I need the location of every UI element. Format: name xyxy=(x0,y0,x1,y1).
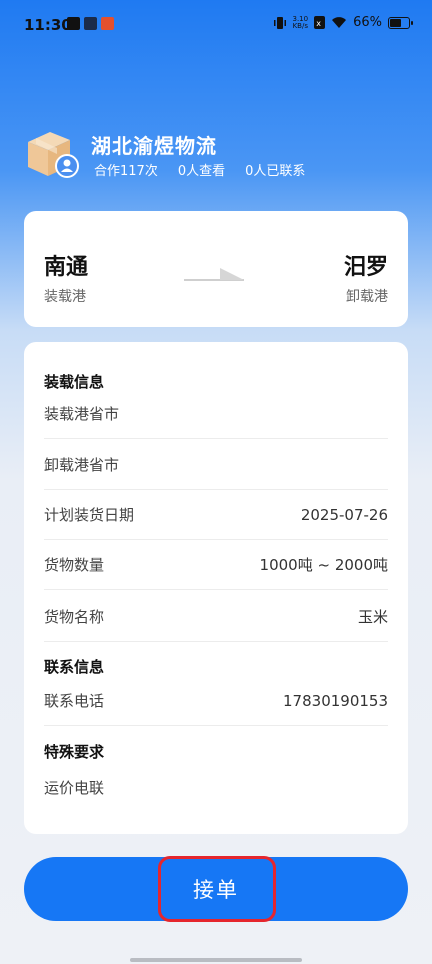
view-count: 0人查看 xyxy=(177,164,226,179)
field-unloading-province: 卸载港省市 xyxy=(44,440,388,490)
origin-port: 南通 xyxy=(44,255,89,280)
special-requirements-title: 特殊要求 xyxy=(44,743,105,761)
field-contact-phone: 联系电话 17830190153 xyxy=(44,676,388,726)
contact-phone-value[interactable]: 17830190153 xyxy=(283,692,388,710)
company-name: 湖北渝煜物流 xyxy=(91,134,217,158)
field-label: 装载港省市 xyxy=(44,405,120,423)
origin-label: 装载港 xyxy=(44,289,86,305)
route-card: 南通 装载港 汨罗 卸载港 xyxy=(24,211,408,327)
wifi-icon xyxy=(332,17,347,28)
field-label: 卸载港省市 xyxy=(44,456,120,474)
route-arrow-icon xyxy=(184,268,244,281)
field-value: 2025-07-26 xyxy=(300,505,388,524)
highlight-annotation xyxy=(158,856,276,922)
home-indicator[interactable] xyxy=(130,958,302,962)
field-label: 联系电话 xyxy=(44,692,105,710)
destination-port: 汨罗 xyxy=(343,255,388,280)
divider xyxy=(44,641,388,642)
info-card: 装载信息 装载港省市 卸载港省市 计划装货日期 2025-07-26 货物数量 … xyxy=(24,342,408,834)
field-loading-province: 装载港省市 xyxy=(44,389,388,439)
special-requirements-text: 运价电联 xyxy=(44,762,388,812)
battery-icon xyxy=(388,16,413,29)
status-right: 3.10 KB/s x 66% xyxy=(273,14,413,30)
field-cargo-name: 货物名称 玉米 xyxy=(44,591,388,641)
notification-icons xyxy=(67,17,114,30)
tiktok-icon xyxy=(67,17,80,30)
company-header: 湖北渝煜物流 合作117次 0人查看 0人已联系 xyxy=(24,126,414,186)
contact-info-title: 联系信息 xyxy=(44,658,105,676)
status-time: 11:30 xyxy=(24,16,72,34)
cooperation-count: 合作117次 xyxy=(94,164,158,179)
field-value: 1000吨 ~ 2000吨 xyxy=(259,556,388,574)
nfc-icon: x xyxy=(314,16,326,29)
svg-text:x: x xyxy=(316,19,321,28)
vibrate-icon xyxy=(273,16,286,29)
shop-icon xyxy=(101,17,114,30)
field-label: 计划装货日期 xyxy=(44,506,135,524)
field-cargo-quantity: 货物数量 1000吨 ~ 2000吨 xyxy=(44,540,388,590)
contacted-count: 0人已联系 xyxy=(245,164,306,179)
network-speed: 3.10 KB/s xyxy=(292,14,309,30)
special-text: 运价电联 xyxy=(44,778,105,797)
company-stats: 合作117次 0人查看 0人已联系 xyxy=(94,160,305,179)
battery-percent: 66% xyxy=(353,15,382,30)
app-icon xyxy=(84,17,97,30)
field-label: 货物数量 xyxy=(44,556,105,574)
field-label: 货物名称 xyxy=(44,607,105,626)
field-planned-date: 计划装货日期 2025-07-26 xyxy=(44,490,388,540)
destination-label: 卸载港 xyxy=(346,289,388,305)
field-value: 玉米 xyxy=(357,607,388,626)
status-bar: 11:30 3.10 KB/s x 66% xyxy=(0,0,432,50)
cargo-box-icon xyxy=(28,132,79,178)
